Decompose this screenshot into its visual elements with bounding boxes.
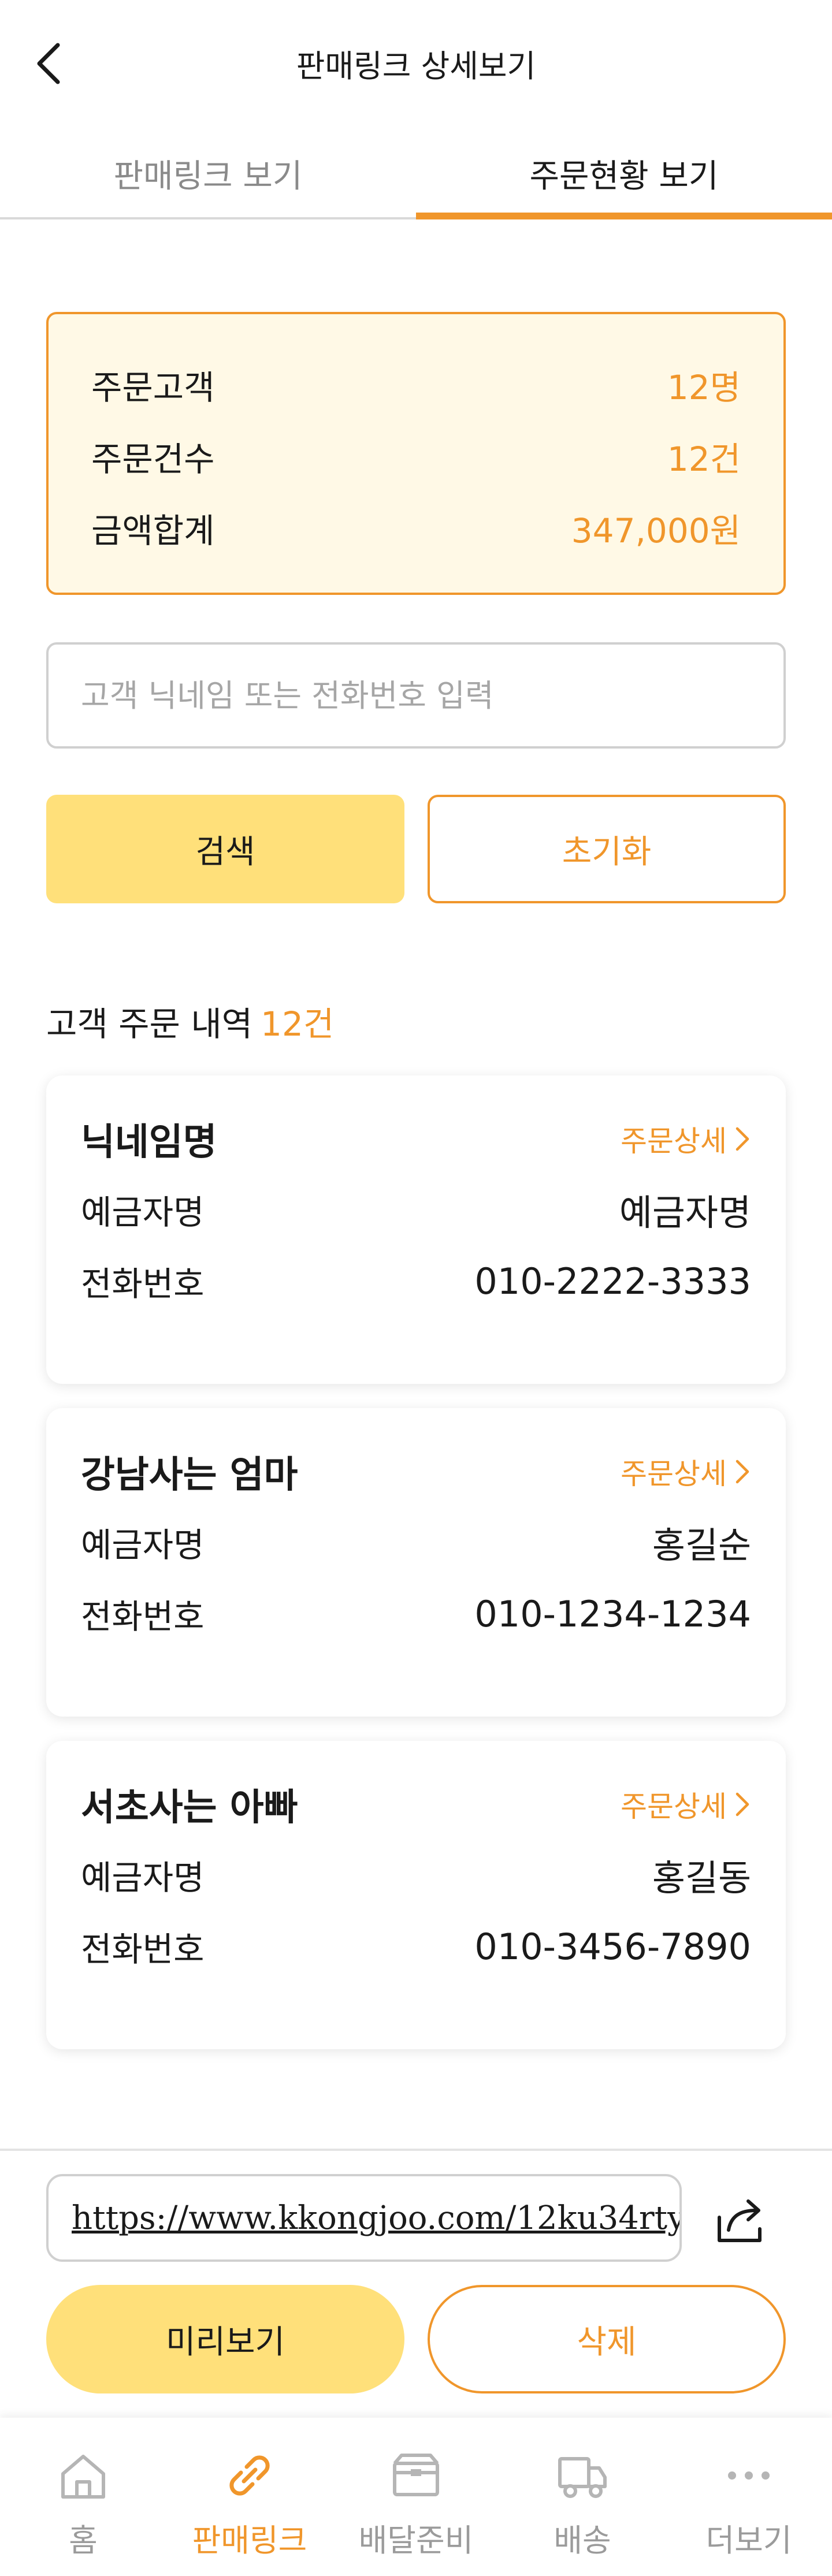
nav-label: 홈 bbox=[69, 2522, 98, 2559]
nav-label: 배달준비 bbox=[358, 2522, 474, 2559]
search-input[interactable] bbox=[46, 642, 786, 749]
nav-item-delivery-prep[interactable]: 배달준비 bbox=[333, 2418, 499, 2576]
depositor-label: 예금자명 bbox=[81, 1858, 205, 1897]
chevron-right-icon bbox=[736, 1127, 749, 1151]
summary-row-orders: 주문건수 12건 bbox=[91, 420, 741, 492]
summary-value: 12명 bbox=[667, 368, 741, 407]
phone-label: 전화번호 bbox=[81, 1264, 205, 1304]
customer-nickname: 강남사는 엄마 bbox=[81, 1454, 298, 1497]
truck-icon bbox=[554, 2447, 611, 2504]
search-button[interactable]: 검색 bbox=[46, 795, 404, 903]
tab-bar: 판매링크 보기 주문현황 보기 bbox=[0, 133, 832, 219]
reset-button[interactable]: 초기화 bbox=[428, 795, 786, 903]
share-icon bbox=[718, 2199, 762, 2242]
summary-label: 금액합계 bbox=[91, 511, 215, 550]
page-title: 판매링크 상세보기 bbox=[296, 48, 536, 84]
customer-nickname: 서초사는 아빠 bbox=[81, 1786, 298, 1829]
depositor-label: 예금자명 bbox=[81, 1525, 205, 1565]
delete-button[interactable]: 삭제 bbox=[428, 2285, 786, 2393]
order-card: 닉네임명 주문상세 예금자명 예금자명 전화번호 010-2222-3333 bbox=[46, 1075, 786, 1384]
preview-button[interactable]: 미리보기 bbox=[46, 2285, 404, 2393]
order-detail-link[interactable]: 주문상세 bbox=[621, 1118, 751, 1160]
depositor-value: 예금자명 bbox=[619, 1192, 751, 1234]
nav-item-home[interactable]: 홈 bbox=[0, 2418, 166, 2576]
order-card: 서초사는 아빠 주문상세 예금자명 홍길동 전화번호 010-3456-7890 bbox=[46, 1741, 786, 2049]
nav-item-sales-link[interactable]: 판매링크 bbox=[166, 2418, 333, 2576]
summary-label: 주문건수 bbox=[91, 440, 215, 479]
home-icon bbox=[54, 2447, 112, 2504]
summary-label: 주문고객 bbox=[91, 368, 215, 407]
phone-value: 010-1234-1234 bbox=[474, 1592, 751, 1635]
phone-label: 전화번호 bbox=[81, 1930, 205, 1969]
summary-value: 12건 bbox=[667, 440, 741, 479]
sales-link-url[interactable]: https://www.kkongjoo.com/12ku34rtyj bbox=[46, 2174, 682, 2262]
tab-sales-link[interactable]: 판매링크 보기 bbox=[0, 133, 416, 217]
app-header: 판매링크 상세보기 bbox=[0, 0, 832, 127]
order-detail-label: 주문상세 bbox=[621, 1125, 727, 1158]
nav-item-more[interactable]: 더보기 bbox=[666, 2418, 832, 2576]
order-detail-label: 주문상세 bbox=[621, 1790, 727, 1823]
phone-value: 010-2222-3333 bbox=[474, 1260, 751, 1302]
phone-value: 010-3456-7890 bbox=[474, 1925, 751, 1968]
depositor-value: 홍길순 bbox=[652, 1524, 751, 1566]
bottom-nav: 홈 판매링크 배달준비 배송 더보기 bbox=[0, 2418, 832, 2576]
box-icon bbox=[387, 2447, 445, 2504]
order-detail-link[interactable]: 주문상세 bbox=[621, 1451, 751, 1492]
tab-order-status[interactable]: 주문현황 보기 bbox=[416, 133, 832, 219]
nav-label: 판매링크 bbox=[192, 2522, 307, 2559]
chevron-right-icon bbox=[736, 1792, 749, 1816]
summary-value: 347,000원 bbox=[571, 511, 741, 550]
customer-nickname: 닉네임명 bbox=[81, 1121, 217, 1164]
order-detail-label: 주문상세 bbox=[621, 1457, 727, 1491]
depositor-label: 예금자명 bbox=[81, 1193, 205, 1232]
order-summary-box: 주문고객 12명 주문건수 12건 금액합계 347,000원 bbox=[46, 312, 786, 595]
phone-label: 전화번호 bbox=[81, 1597, 205, 1636]
order-card: 강남사는 엄마 주문상세 예금자명 홍길순 전화번호 010-1234-1234 bbox=[46, 1408, 786, 1717]
order-detail-link[interactable]: 주문상세 bbox=[621, 1784, 751, 1825]
nav-label: 배송 bbox=[554, 2522, 611, 2559]
divider bbox=[0, 2149, 832, 2151]
nav-label: 더보기 bbox=[705, 2522, 792, 2559]
more-icon bbox=[720, 2447, 778, 2504]
order-list-title: 고객 주문 내역 12건 bbox=[46, 997, 334, 1045]
share-button[interactable] bbox=[705, 2186, 774, 2255]
link-icon bbox=[221, 2447, 278, 2504]
chevron-right-icon bbox=[736, 1460, 749, 1484]
order-count: 12건 bbox=[261, 1004, 335, 1044]
summary-row-total: 금액합계 347,000원 bbox=[91, 492, 741, 564]
nav-item-shipping[interactable]: 배송 bbox=[499, 2418, 666, 2576]
summary-row-customers: 주문고객 12명 bbox=[91, 349, 741, 420]
order-list-title-text: 고객 주문 내역 bbox=[46, 1004, 253, 1044]
depositor-value: 홍길동 bbox=[652, 1857, 751, 1899]
